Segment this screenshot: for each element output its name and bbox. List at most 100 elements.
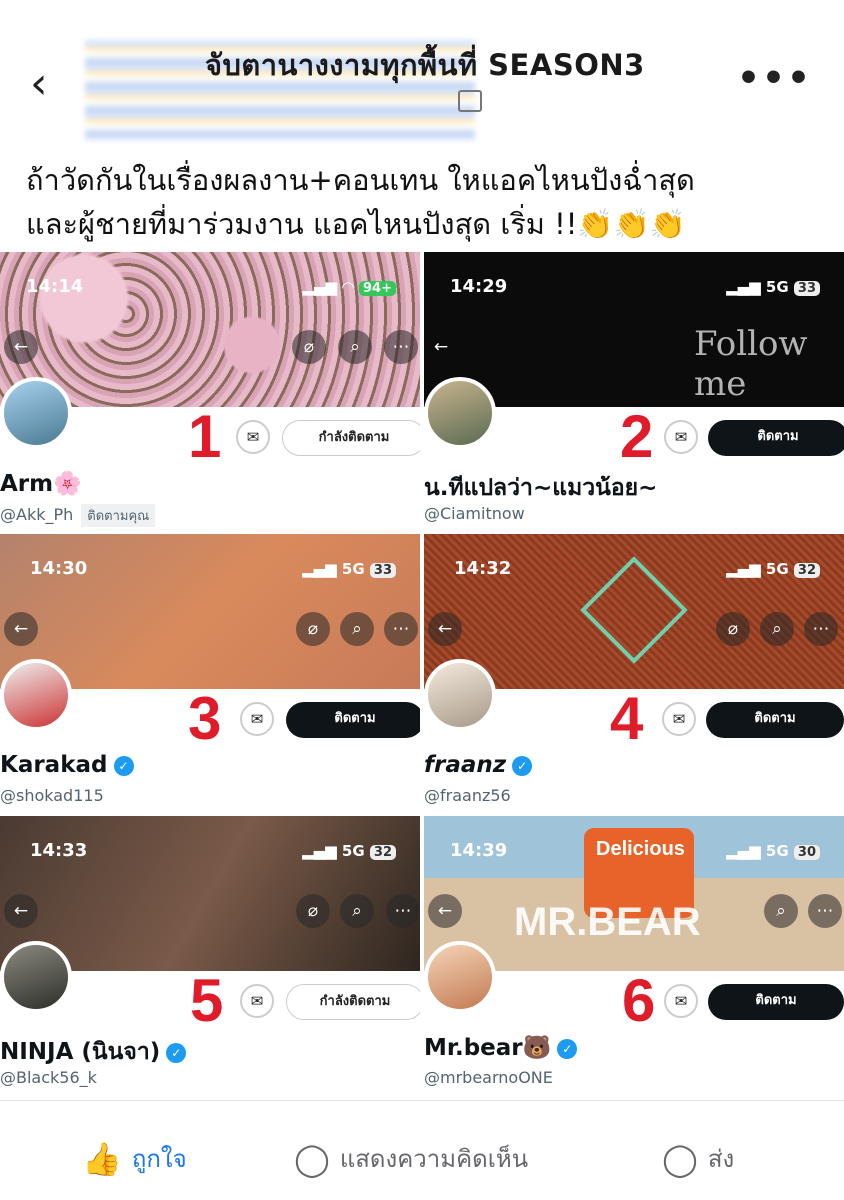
- more-icon: ⋯: [384, 612, 418, 646]
- battery-level: 32: [369, 845, 396, 860]
- follow-button: กำลังติดตาม: [282, 420, 420, 456]
- grok-icon: ⌀: [296, 612, 330, 646]
- profile-card: 14:14 ▂▄▆ ◠ 94+ ← ⌀ ⌕ ⋯ 1 ✉ กำลังติดตาม …: [0, 252, 420, 532]
- profile-name: Karakad ✓: [0, 752, 134, 778]
- profile-name-text: fraanz: [424, 752, 507, 778]
- image-collage[interactable]: 14:14 ▂▄▆ ◠ 94+ ← ⌀ ⌕ ⋯ 1 ✉ กำลังติดตาม …: [0, 252, 844, 1096]
- search-icon: ⌕: [764, 894, 798, 928]
- profile-name: น.ทีแปลว่า~แมวน้อย~: [424, 475, 658, 501]
- verified-badge-icon: ✓: [557, 1038, 578, 1059]
- search-icon: ⌕: [338, 330, 372, 364]
- comment-bubble-icon: ◯: [294, 1139, 330, 1178]
- follows-you-badge: ติดตามคุณ: [81, 504, 156, 527]
- network-type: 5G: [765, 842, 789, 860]
- grok-icon: ⌀: [716, 612, 750, 646]
- network-type: 5G: [765, 560, 789, 578]
- status-time: 14:32: [454, 558, 512, 579]
- caption-line-2: และผู้ชายที่มาร่วมงาน แอคไหนปังสุด เริ่ม…: [26, 207, 686, 241]
- follow-button: ติดตาม: [708, 984, 844, 1020]
- comment-button[interactable]: ◯ แสดงความคิดเห็น: [294, 1139, 528, 1178]
- profile-handle: @Ciamitnow: [424, 504, 525, 523]
- verified-badge-icon: ✓: [166, 1042, 187, 1063]
- profile-name-text: NINJA (นินจา): [0, 1039, 161, 1065]
- status-time: 14:33: [30, 840, 88, 861]
- status-time: 14:39: [450, 840, 508, 861]
- mail-icon: ✉: [240, 984, 274, 1018]
- battery-level: 33: [793, 281, 820, 296]
- profile-card: 14:33 ▂▄▆ 5G 32 ← ⌀ ⌕ ⋯ 5 ✉ กำลังติดตาม …: [0, 816, 420, 1096]
- group-name[interactable]: จับตานางงามทุกพื้นที่ SEASON3: [205, 42, 645, 88]
- follow-button: ติดตาม: [286, 702, 420, 738]
- profile-name-text: Karakad: [0, 752, 108, 778]
- avatar: [424, 659, 496, 731]
- profile-handle: @Black56_k: [0, 1068, 97, 1087]
- back-arrow-icon: ←: [4, 612, 38, 646]
- profile-name: Arm🌸: [0, 471, 82, 497]
- avatar: [0, 659, 72, 731]
- profile-card: Delicious MR.BEAR 14:39 ▂▄▆ 5G 30 ← ⌕ ⋯ …: [424, 816, 844, 1096]
- mail-icon: ✉: [662, 702, 696, 736]
- back-arrow-icon: ←: [428, 612, 462, 646]
- mail-icon: ✉: [236, 420, 270, 454]
- rank-number: 2: [620, 403, 654, 470]
- post-header: ‹ จับตานางงามทุกพื้นที่ SEASON3 •••: [0, 0, 844, 150]
- profile-name: NINJA (นินจา) ✓: [0, 1034, 187, 1070]
- more-icon: ⋯: [808, 894, 842, 928]
- mail-icon: ✉: [664, 984, 698, 1018]
- group-icon: [458, 90, 482, 112]
- profile-handle: @mrbearnoONE: [424, 1068, 553, 1087]
- rank-number: 1: [188, 403, 222, 470]
- battery-level: 33: [369, 563, 396, 578]
- status-bar: ▂▄▆ 5G 33: [726, 278, 820, 296]
- more-icon: ⋯: [386, 894, 420, 928]
- mail-icon: ✉: [240, 702, 274, 736]
- mail-icon: ✉: [664, 420, 698, 454]
- post-caption: ถ้าวัดกันในเรื่องผลงาน+คอนเทน ใหแอคไหนปั…: [26, 158, 826, 246]
- chevron-left-icon[interactable]: ‹: [30, 62, 66, 110]
- banner-brand-text: Delicious: [596, 838, 685, 860]
- profile-name: Mr.bear🐻 ✓: [424, 1034, 578, 1061]
- battery-level: 30: [793, 845, 820, 860]
- profile-handle: @shokad115: [0, 786, 104, 805]
- post-actions-bar: 👍 ถูกใจ ◯ แสดงความคิดเห็น ◯ ส่ง: [0, 1100, 844, 1200]
- follow-button: ติดตาม: [708, 420, 844, 456]
- follow-button: ติดตาม: [706, 702, 844, 738]
- profile-name: fraanz ✓: [424, 752, 533, 778]
- verified-badge-icon: ✓: [512, 755, 533, 776]
- status-bar: ▂▄▆ 5G 33: [302, 560, 396, 578]
- caption-line-1: ถ้าวัดกันในเรื่องผลงาน+คอนเทน ใหแอคไหนปั…: [26, 163, 695, 197]
- status-bar: ▂▄▆ 5G 32: [726, 560, 820, 578]
- profile-handle: @Akk_Ph: [0, 505, 74, 524]
- more-icon: ⋯: [384, 330, 418, 364]
- search-icon: ⌕: [760, 612, 794, 646]
- profile-name-text: Mr.bear🐻: [424, 1035, 552, 1061]
- battery-level: 32: [793, 563, 820, 578]
- rank-number: 4: [610, 685, 644, 752]
- network-type: 5G: [341, 560, 365, 578]
- network-type: 5G: [765, 278, 789, 296]
- rank-number: 3: [188, 685, 222, 752]
- avatar: [0, 941, 72, 1013]
- more-horizontal-icon[interactable]: •••: [737, 58, 812, 99]
- banner-overlay-text: Follow me: [694, 324, 808, 404]
- avatar: [424, 941, 496, 1013]
- comment-label: แสดงความคิดเห็น: [339, 1145, 529, 1173]
- send-button[interactable]: ◯ ส่ง: [662, 1139, 734, 1178]
- search-icon: ⌕: [340, 894, 374, 928]
- status-time: 14:30: [30, 558, 88, 579]
- back-arrow-icon: ←: [4, 894, 38, 928]
- rank-number: 6: [622, 967, 656, 1034]
- grok-icon: ⌀: [296, 894, 330, 928]
- status-bar: ▂▄▆ ◠ 94+: [302, 278, 396, 296]
- back-arrow-icon: ←: [4, 330, 38, 364]
- grok-icon: ⌀: [292, 330, 326, 364]
- verified-badge-icon: ✓: [113, 755, 134, 776]
- search-icon: ⌕: [340, 612, 374, 646]
- profile-card: 14:30 ▂▄▆ 5G 33 ← ⌀ ⌕ ⋯ 3 ✉ ติดตาม Karak…: [0, 534, 420, 814]
- follow-button: กำลังติดตาม: [286, 984, 420, 1020]
- like-button[interactable]: 👍 ถูกใจ: [82, 1139, 187, 1178]
- like-label: ถูกใจ: [131, 1145, 187, 1173]
- avatar: [424, 377, 496, 449]
- profile-card: Follow me 14:29 ▂▄▆ 5G 33 ← 2 ✉ ติดตาม น…: [424, 252, 844, 532]
- network-type: 5G: [341, 842, 365, 860]
